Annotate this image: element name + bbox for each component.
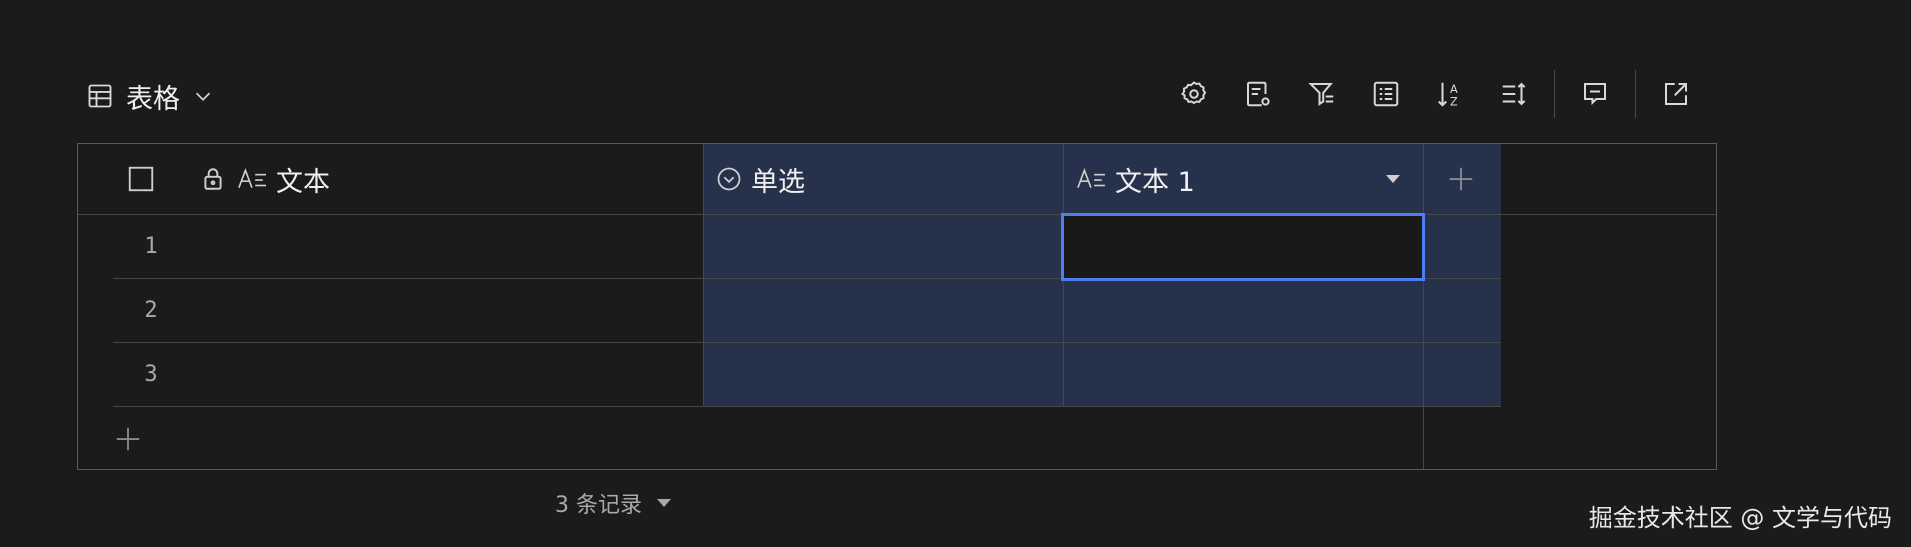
record-count-label: 3 条记录 [555,493,642,518]
view-title: 表格 [126,83,180,115]
sort-button[interactable]: A Z [1418,76,1482,112]
column-label: 单选 [751,166,805,198]
column-label: 文本 [276,166,330,198]
share-icon [1661,79,1691,109]
column-header-text[interactable]: 文本 [78,144,703,214]
field-settings-icon [1243,79,1273,109]
caret-down-icon [656,497,672,509]
cell[interactable] [113,215,703,278]
filter-icon [1307,79,1337,109]
plus-icon [113,424,143,454]
filter-button[interactable] [1290,76,1354,112]
cell[interactable] [1064,343,1423,406]
single-select-icon [715,165,743,193]
add-column-button[interactable] [1423,144,1716,214]
view-toolbar: A Z [1162,70,1708,118]
cell[interactable] [704,279,1063,342]
field-settings-button[interactable] [1226,76,1290,112]
cell[interactable] [113,343,703,406]
group-button[interactable] [1354,76,1418,112]
sort-icon: A Z [1435,79,1465,109]
active-cell[interactable] [1061,213,1425,281]
svg-text:A: A [1450,83,1458,96]
data-grid: 文本 单选 文本 1 1 2 3 [77,143,1717,470]
row-height-button[interactable] [1482,76,1546,112]
column-label: 文本 1 [1115,166,1195,198]
add-row-button[interactable] [113,407,1423,469]
plus-icon [1446,164,1476,194]
chevron-down-icon[interactable] [192,85,214,107]
select-all-checkbox[interactable] [126,164,156,194]
column-header-single-select[interactable]: 单选 [703,144,1063,214]
text-field-icon [1075,166,1109,192]
view-switcher[interactable]: 表格 [86,78,214,115]
column-header-text-1[interactable]: 文本 1 [1063,144,1423,214]
share-button[interactable] [1644,76,1708,112]
text-field-icon [236,166,270,192]
comment-icon [1580,79,1610,109]
lock-icon [200,166,226,192]
row-height-icon [1499,79,1529,109]
watermark: 掘金技术社区 @ 文学与代码 [1588,504,1892,532]
settings-button[interactable] [1162,76,1226,112]
cell[interactable] [1064,279,1423,342]
toolbar-divider [1635,70,1636,118]
column-menu-caret-icon[interactable] [1385,173,1401,185]
svg-text:Z: Z [1450,95,1458,108]
group-icon [1371,79,1401,109]
record-count[interactable]: 3 条记录 [555,487,672,519]
table-icon [86,82,114,110]
settings-icon [1179,79,1209,109]
cell[interactable] [113,279,703,342]
cell[interactable] [704,215,1063,278]
comment-button[interactable] [1563,76,1627,112]
toolbar-divider [1554,70,1555,118]
cell[interactable] [704,343,1063,406]
